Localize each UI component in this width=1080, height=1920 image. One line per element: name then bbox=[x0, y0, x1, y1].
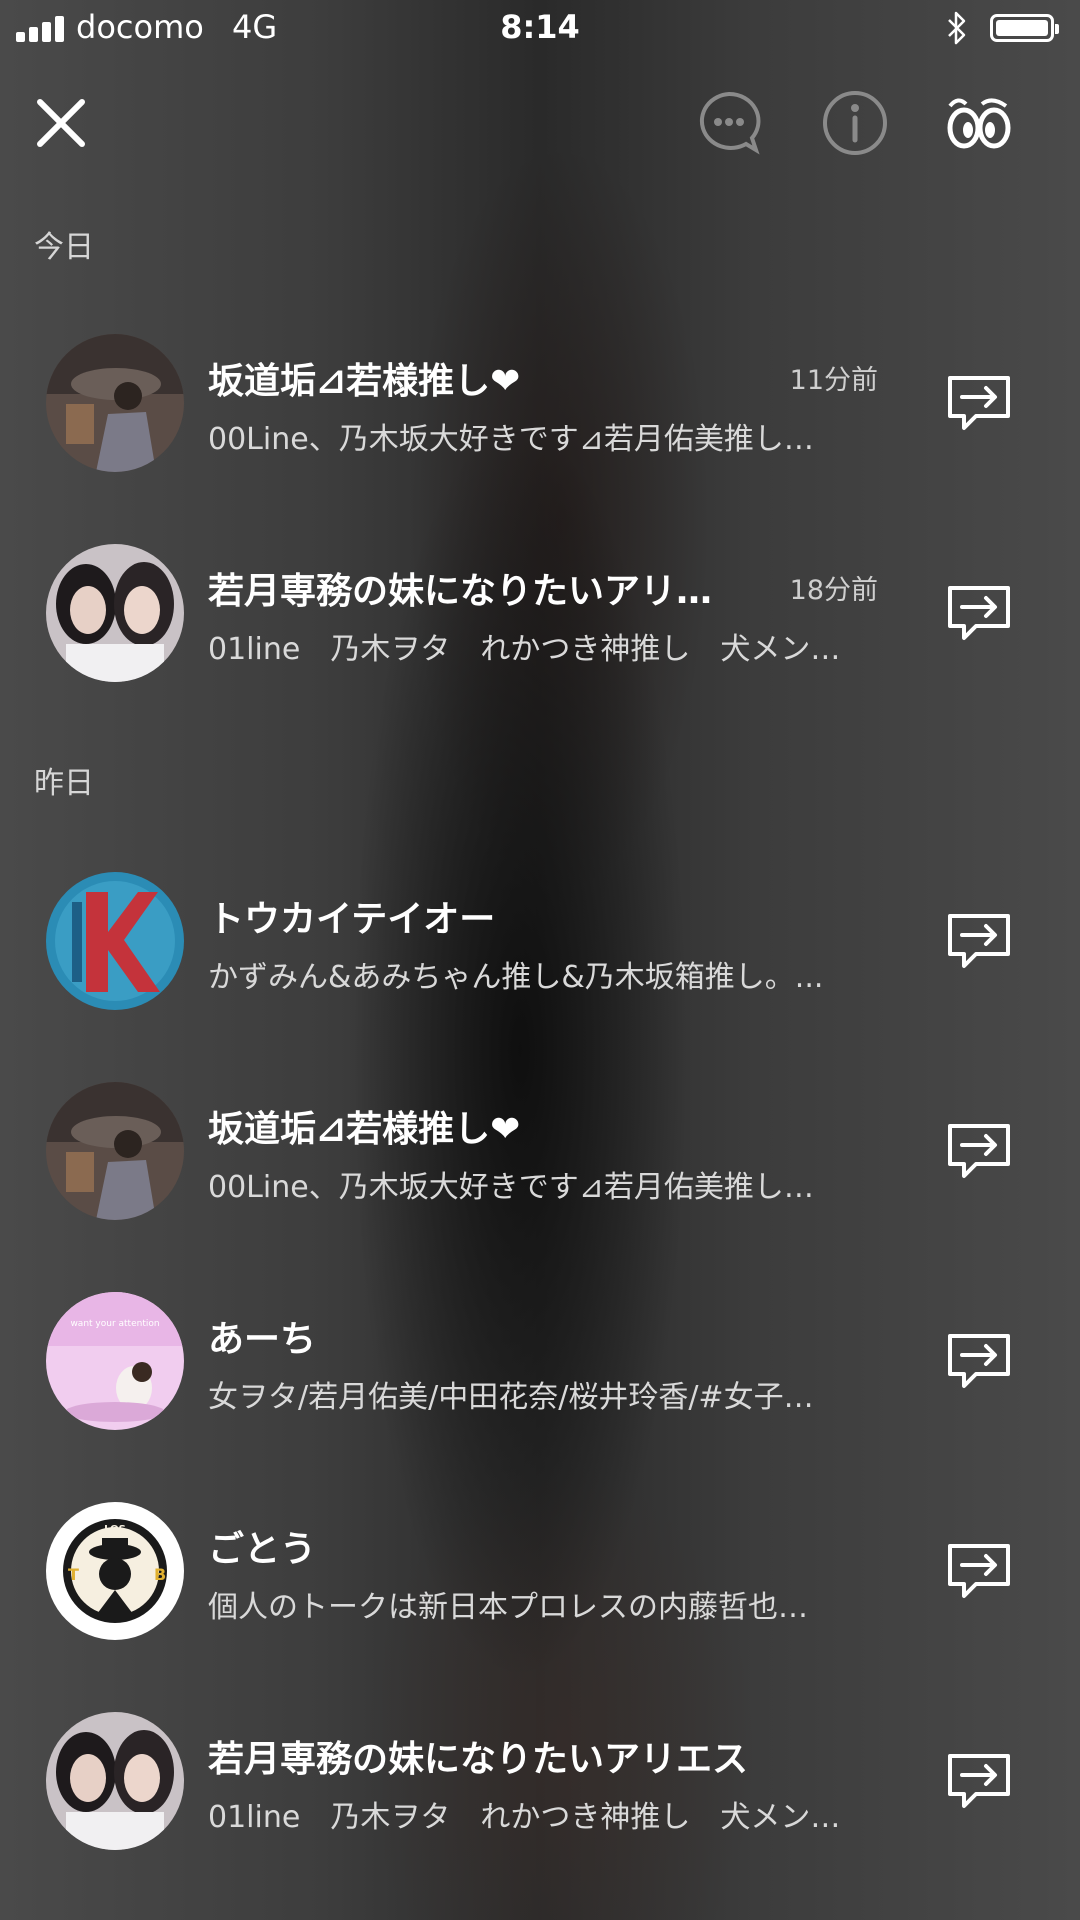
svg-text:T: T bbox=[68, 1565, 79, 1584]
item-subtitle: かずみん&あみちゃん推し&乃木坂箱推し。... bbox=[208, 960, 824, 995]
avatar bbox=[46, 334, 184, 472]
item-subtitle: 女ヲタ/若月佑美/中田花奈/桜井玲香/#女子… bbox=[208, 1380, 814, 1415]
avatar: want your attention bbox=[46, 1292, 184, 1430]
avatar: LOS INGOBERNABLES T B bbox=[46, 1502, 184, 1640]
item-subtitle: 00Line、乃木坂大好きです⊿若月佑美推し… bbox=[208, 422, 814, 457]
list-item[interactable]: 若月専務の妹になりたいアリエス 01line 乃木ヲタ れかつき神推し 犬メン… bbox=[0, 1706, 1080, 1856]
section-label-today: 今日 bbox=[34, 230, 94, 265]
info-icon[interactable] bbox=[820, 88, 890, 158]
battery-icon bbox=[990, 14, 1059, 42]
item-title: 若月専務の妹になりたいアリ… bbox=[208, 571, 713, 612]
list-item[interactable]: LOS INGOBERNABLES T B ごとう 個人のトークは新日本プロレス… bbox=[0, 1496, 1080, 1646]
item-subtitle: 00Line、乃木坂大好きです⊿若月佑美推し… bbox=[208, 1170, 814, 1205]
open-chat-icon[interactable] bbox=[944, 1326, 1014, 1396]
avatar bbox=[46, 1712, 184, 1850]
section-label-yesterday: 昨日 bbox=[34, 766, 94, 801]
item-title: あーち bbox=[208, 1319, 317, 1360]
item-time: 18分前 bbox=[789, 575, 878, 606]
list-item[interactable]: 若月専務の妹になりたいアリ… 18分前 01line 乃木ヲタ れかつき神推し … bbox=[0, 538, 1080, 688]
list-item[interactable]: 坂道垢⊿若様推し❤ 11分前 00Line、乃木坂大好きです⊿若月佑美推し… bbox=[0, 328, 1080, 478]
open-chat-icon[interactable] bbox=[944, 1536, 1014, 1606]
svg-text:LOS: LOS bbox=[104, 1524, 126, 1535]
item-subtitle: 01line 乃木ヲタ れかつき神推し 犬メン… bbox=[208, 1800, 841, 1835]
bluetooth-icon bbox=[946, 10, 968, 54]
open-chat-icon[interactable] bbox=[944, 1746, 1014, 1816]
svg-text:B: B bbox=[154, 1565, 166, 1584]
list-item[interactable]: 坂道垢⊿若様推し❤ 00Line、乃木坂大好きです⊿若月佑美推し… bbox=[0, 1076, 1080, 1226]
close-icon[interactable] bbox=[26, 88, 96, 158]
item-subtitle: 01line 乃木ヲタ れかつき神推し 犬メン… bbox=[208, 632, 841, 667]
svg-text:INGOBERNABLES: INGOBERNABLES bbox=[81, 1623, 149, 1632]
item-title: 坂道垢⊿若様推し❤ bbox=[208, 1109, 521, 1150]
avatar bbox=[46, 544, 184, 682]
item-title: トウカイテイオー bbox=[208, 899, 496, 940]
list-item[interactable]: トウカイテイオー かずみん&あみちゃん推し&乃木坂箱推し。... bbox=[0, 866, 1080, 1016]
item-title: ごとう bbox=[208, 1529, 317, 1570]
item-title: 坂道垢⊿若様推し❤ bbox=[208, 361, 521, 402]
open-chat-icon[interactable] bbox=[944, 368, 1014, 438]
list-item[interactable]: want your attention あーち 女ヲタ/若月佑美/中田花奈/桜井… bbox=[0, 1286, 1080, 1436]
item-subtitle: 個人のトークは新日本プロレスの内藤哲也… bbox=[208, 1590, 808, 1625]
avatar bbox=[46, 872, 184, 1010]
svg-text:want your attention: want your attention bbox=[70, 1319, 159, 1329]
chat-bubble-icon[interactable] bbox=[694, 88, 764, 158]
open-chat-icon[interactable] bbox=[944, 1116, 1014, 1186]
status-bar: docomo 4G 8:14 bbox=[0, 0, 1080, 58]
item-time: 11分前 bbox=[789, 365, 878, 396]
open-chat-icon[interactable] bbox=[944, 906, 1014, 976]
avatar bbox=[46, 1082, 184, 1220]
eyes-icon[interactable] bbox=[944, 88, 1014, 158]
item-title: 若月専務の妹になりたいアリエス bbox=[208, 1739, 749, 1780]
open-chat-icon[interactable] bbox=[944, 578, 1014, 648]
clock: 8:14 bbox=[500, 8, 580, 46]
